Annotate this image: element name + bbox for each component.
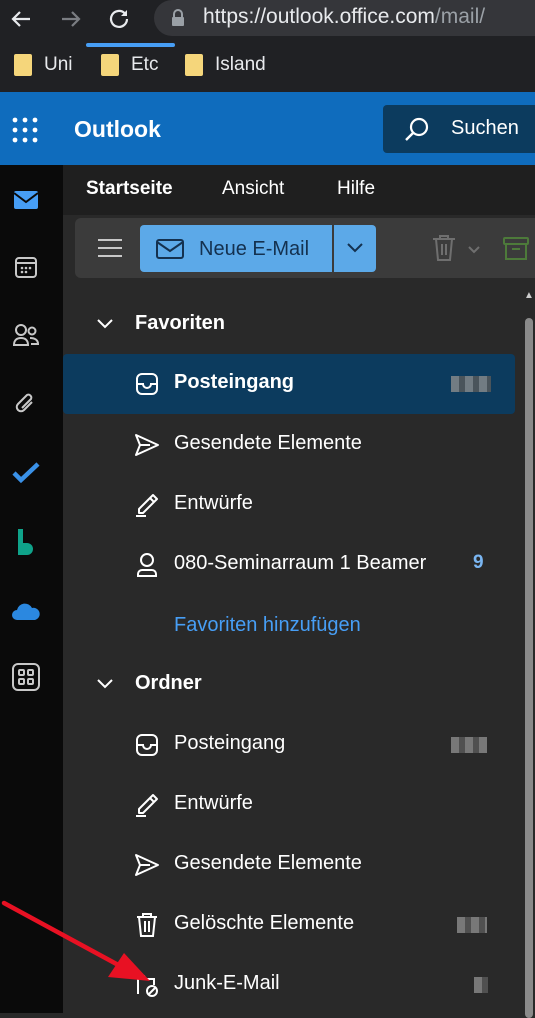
- app-rail: [0, 165, 63, 1013]
- folder-icon: [14, 54, 32, 76]
- blurred-count: [451, 376, 491, 392]
- back-button[interactable]: [6, 4, 36, 34]
- url-host: https://outlook.office.com: [203, 5, 435, 28]
- blurred-count: [474, 977, 488, 993]
- new-mail-label: Neue E-Mail: [199, 238, 310, 260]
- tab-hilfe[interactable]: Hilfe: [337, 178, 375, 200]
- search-label: Suchen: [451, 117, 519, 139]
- trash-icon: [433, 235, 455, 261]
- calendar-icon[interactable]: [11, 252, 41, 282]
- blurred-count: [457, 917, 487, 933]
- bookings-icon[interactable]: [11, 527, 41, 557]
- bookmark-uni[interactable]: Uni: [14, 54, 73, 76]
- send-icon: [133, 431, 161, 459]
- envelope-icon: [156, 239, 184, 259]
- folder-pane-scrollbar[interactable]: [525, 318, 533, 1018]
- bookmark-island[interactable]: Island: [185, 54, 266, 76]
- unread-count: 9: [473, 552, 484, 573]
- todo-icon[interactable]: [11, 458, 41, 488]
- app-title[interactable]: Outlook: [74, 116, 161, 143]
- folder-entwuerfe[interactable]: Entwürfe: [63, 775, 515, 835]
- person-icon: [133, 551, 161, 579]
- attachment-icon[interactable]: [11, 390, 41, 420]
- reload-button[interactable]: [104, 4, 134, 34]
- archive-icon[interactable]: [503, 236, 529, 267]
- folder-gesendete-elemente[interactable]: Gesendete Elemente: [63, 835, 515, 895]
- bookmarks-bar: Uni Etc Island: [0, 42, 535, 92]
- forward-arrow-icon: [62, 11, 81, 27]
- tab-ansicht[interactable]: Ansicht: [222, 178, 284, 200]
- mail-icon[interactable]: [11, 185, 41, 215]
- bookmark-etc[interactable]: Etc: [101, 54, 158, 76]
- folder-icon: [101, 54, 119, 76]
- app-header: Outlook Suchen: [0, 92, 535, 165]
- back-arrow-icon: [11, 11, 30, 27]
- tab-startseite[interactable]: Startseite: [86, 178, 173, 200]
- favorite-gesendete-elemente[interactable]: Gesendete Elemente: [63, 415, 515, 475]
- forward-button[interactable]: [56, 4, 86, 34]
- folder-posteingang[interactable]: Posteingang: [63, 715, 515, 775]
- delete-dropdown-icon[interactable]: [467, 242, 481, 260]
- annotation-arrow-icon: [1, 900, 150, 981]
- blurred-count: [451, 737, 487, 753]
- drafts-icon: [133, 791, 161, 819]
- delete-button[interactable]: [431, 234, 457, 267]
- url-text[interactable]: https://outlook.office.com/mail/: [203, 5, 485, 29]
- browser-toolbar: https://outlook.office.com/mail/: [0, 0, 535, 42]
- chevron-down-icon: [347, 243, 363, 253]
- ribbon-tabs: Startseite Ansicht Hilfe: [63, 165, 535, 215]
- search-box[interactable]: Suchen: [383, 105, 535, 153]
- folders-header[interactable]: Ordner: [96, 672, 202, 695]
- drafts-icon: [133, 491, 161, 519]
- inbox-icon: [133, 731, 161, 759]
- active-tab-indicator: [86, 43, 175, 47]
- scroll-up-arrow[interactable]: ▲: [524, 290, 534, 301]
- folder-icon: [185, 54, 203, 76]
- send-icon: [133, 851, 161, 879]
- hamburger-menu-icon[interactable]: [96, 236, 124, 265]
- url-path: /mail/: [434, 5, 486, 28]
- inbox-icon: [133, 370, 161, 398]
- chevron-down-icon: [97, 318, 113, 328]
- new-mail-button[interactable]: Neue E-Mail: [140, 225, 332, 272]
- favorite-seminarraum-beamer[interactable]: 080-Seminarraum 1 Beamer 9: [63, 535, 515, 595]
- favorites-header[interactable]: Favoriten: [96, 312, 225, 335]
- add-favorite-link[interactable]: Favoriten hinzufügen: [174, 614, 361, 637]
- reload-icon: [109, 9, 129, 28]
- chevron-down-icon: [97, 678, 113, 688]
- people-icon[interactable]: [11, 320, 41, 350]
- more-apps-icon[interactable]: [11, 662, 41, 692]
- lock-icon: [172, 9, 184, 26]
- favorite-posteingang[interactable]: Posteingang: [63, 354, 515, 414]
- new-mail-dropdown-button[interactable]: [334, 225, 376, 272]
- favorite-entwuerfe[interactable]: Entwürfe: [63, 475, 515, 535]
- search-icon: [405, 117, 429, 141]
- app-launcher-icon[interactable]: [12, 117, 38, 143]
- onedrive-icon[interactable]: [11, 597, 41, 627]
